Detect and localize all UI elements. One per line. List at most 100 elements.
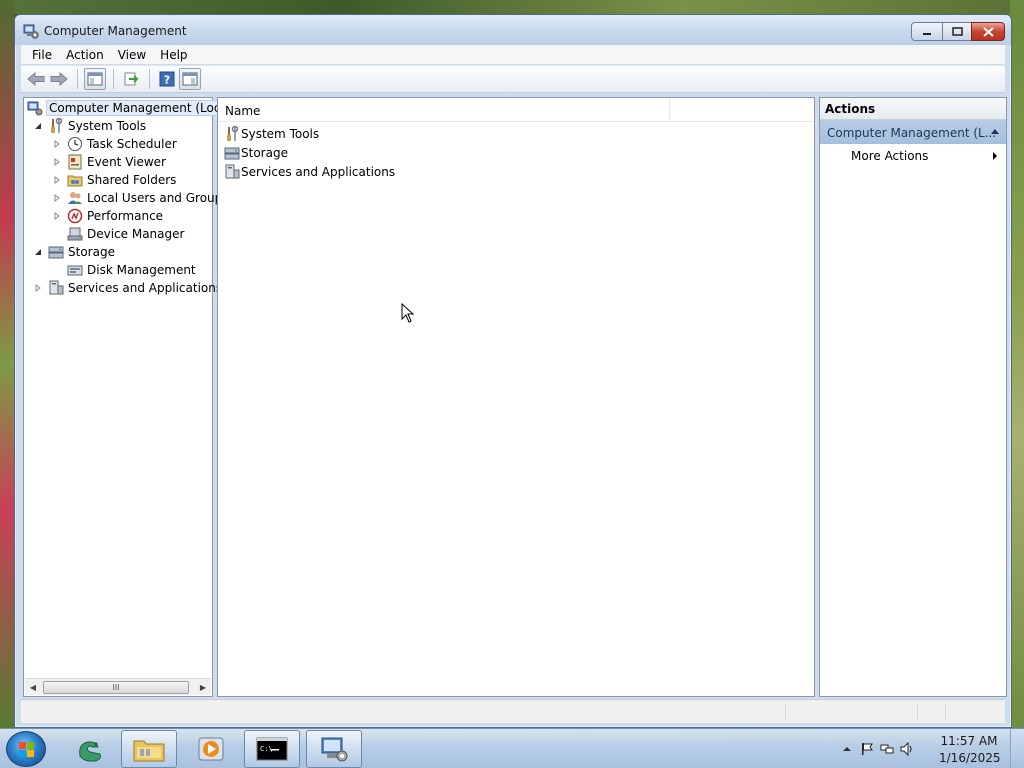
menu-file[interactable]: File	[21, 48, 59, 62]
tree-item-root[interactable]: Computer Management (Local	[27, 99, 235, 117]
tree-item-label: Task Scheduler	[87, 137, 177, 151]
scroll-right-arrow-icon[interactable]: ▶	[197, 682, 209, 693]
list-item-label: Services and Applications	[241, 164, 396, 179]
taskbar-command-prompt[interactable]: C:\	[244, 730, 300, 768]
clock-icon	[68, 137, 82, 151]
minimize-button[interactable]	[911, 22, 943, 41]
list-item-storage[interactable]: Storage	[224, 143, 288, 162]
show-desktop-button[interactable]	[1010, 729, 1024, 768]
taskbar-computer-management[interactable]	[306, 730, 362, 768]
start-button[interactable]	[6, 731, 46, 767]
collapse-arrow-icon[interactable]	[33, 247, 43, 257]
storage-icon	[48, 246, 64, 259]
volume-icon[interactable]	[900, 742, 914, 756]
actions-pane: Actions Computer Management (L... More A…	[819, 97, 1007, 697]
toolbar: ?	[21, 65, 1005, 93]
tree-item-label: Services and Applications	[68, 281, 223, 295]
tree-item-label: Shared Folders	[87, 173, 177, 187]
shared-folder-icon	[67, 175, 83, 187]
tree-item-shared-folders[interactable]: Shared Folders	[52, 171, 176, 189]
desktop-background	[0, 0, 1024, 14]
clock-date[interactable]: 1/16/2025	[939, 751, 1001, 765]
horizontal-scrollbar[interactable]: ◀ III ▶	[25, 678, 211, 695]
device-manager-icon	[67, 227, 83, 241]
back-button[interactable]	[25, 68, 47, 90]
clock-time[interactable]: 11:57 AM	[939, 734, 999, 748]
tree-item-local-users-and-groups[interactable]: Local Users and Groups	[52, 189, 229, 207]
tree-item-performance[interactable]: Performance	[52, 207, 163, 225]
desktop-background-right	[1010, 0, 1024, 728]
tree-item-system-tools[interactable]: System Tools	[33, 117, 146, 135]
tree-item-storage[interactable]: Storage	[33, 243, 115, 261]
close-button[interactable]	[971, 22, 1005, 41]
tree-item-event-viewer[interactable]: Event Viewer	[52, 153, 166, 171]
expand-arrow-icon[interactable]	[52, 139, 62, 149]
expand-arrow-icon[interactable]	[52, 175, 62, 185]
console-tree[interactable]: Computer Management (Local System Tools …	[23, 97, 235, 697]
actions-header: Actions	[820, 98, 1006, 120]
actions-section-label: Computer Management (L...	[827, 126, 997, 140]
title-bar[interactable]: Computer Management	[15, 15, 1011, 45]
menu-view[interactable]: View	[111, 48, 153, 62]
tree-item-label: Performance	[87, 209, 164, 223]
tree-item-label: Storage	[68, 245, 115, 259]
menu-help[interactable]: Help	[153, 48, 194, 62]
computer-management-icon	[23, 24, 39, 39]
actions-section-header[interactable]: Computer Management (L...	[820, 120, 1006, 144]
system-tools-icon	[227, 125, 239, 141]
collapse-caret-icon[interactable]	[990, 128, 1000, 135]
expand-arrow-icon[interactable]	[52, 157, 62, 167]
tree-item-device-manager[interactable]: Device Manager	[67, 225, 184, 243]
tree-item-task-scheduler[interactable]: Task Scheduler	[52, 135, 177, 153]
taskbar: C:\ 11:57 AM 1/16/2025	[0, 728, 1024, 768]
expand-arrow-icon[interactable]	[52, 193, 62, 203]
list-item-label: Storage	[241, 145, 288, 160]
taskbar-file-explorer[interactable]	[121, 730, 177, 768]
expand-arrow-icon[interactable]	[33, 283, 43, 293]
users-icon	[68, 192, 82, 204]
mouse-cursor-icon	[401, 303, 415, 323]
scroll-thumb[interactable]: III	[43, 681, 189, 694]
tree-item-disk-management[interactable]: Disk Management	[67, 261, 196, 279]
network-icon[interactable]	[880, 742, 894, 756]
system-tray: 11:57 AM 1/16/2025	[834, 729, 1024, 768]
expand-arrow-icon[interactable]	[52, 211, 62, 221]
status-divider	[917, 704, 918, 720]
show-hide-action-pane-button[interactable]	[179, 68, 201, 90]
list-item-services-and-applications[interactable]: Services and Applications	[224, 162, 395, 181]
taskbar-media-player[interactable]	[183, 730, 239, 768]
column-header-blank[interactable]	[670, 98, 814, 122]
scroll-left-arrow-icon[interactable]: ◀	[27, 682, 39, 693]
command-prompt-icon: C:\	[256, 737, 288, 761]
computer-management-icon	[321, 737, 348, 762]
list-item-system-tools[interactable]: System Tools	[224, 124, 319, 143]
more-actions-link[interactable]: More Actions	[851, 149, 928, 163]
toolbar-separator	[77, 69, 78, 89]
menu-bar: File Action View Help	[21, 45, 1005, 64]
storage-icon	[224, 147, 240, 159]
tree-item-label: System Tools	[68, 119, 147, 133]
tree-item-services-and-applications[interactable]: Services and Applications	[33, 279, 222, 297]
event-viewer-icon	[68, 154, 82, 170]
help-icon: ?	[159, 71, 175, 87]
services-icon	[49, 280, 64, 295]
show-hidden-icons-icon[interactable]	[840, 742, 854, 756]
collapse-arrow-icon[interactable]	[33, 121, 43, 131]
export-list-button[interactable]	[120, 68, 142, 90]
maximize-button[interactable]	[942, 22, 972, 41]
toolbar-separator	[113, 69, 114, 89]
disk-management-icon	[67, 265, 83, 276]
show-hide-console-tree-button[interactable]	[84, 68, 106, 90]
action-center-flag-icon[interactable]	[860, 742, 874, 756]
menu-action[interactable]: Action	[59, 48, 111, 62]
show-hide-console-tree-icon	[87, 72, 103, 86]
taskbar-python-app[interactable]	[62, 730, 118, 768]
tree-item-label: Computer Management (Local	[45, 100, 235, 116]
console-content: Computer Management (Local System Tools …	[21, 95, 1007, 699]
submenu-arrow-icon	[993, 152, 997, 160]
show-hide-action-pane-icon	[182, 72, 198, 86]
forward-button[interactable]	[48, 68, 70, 90]
column-header-name[interactable]: Name	[218, 98, 670, 122]
help-button[interactable]: ?	[156, 68, 178, 90]
scroll-thumb-grip: III	[112, 683, 120, 692]
